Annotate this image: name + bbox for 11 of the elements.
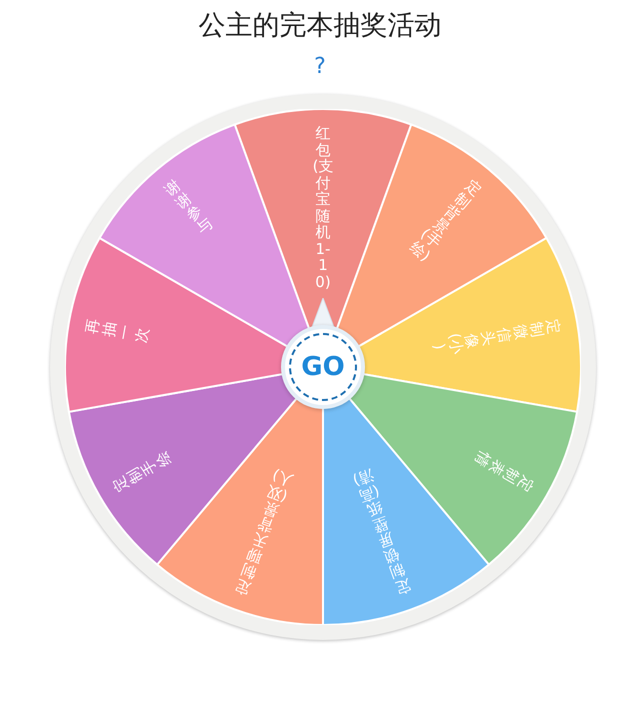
prize-label: 定制手绘 xyxy=(108,447,176,497)
prize-label: 定制锁屏壁纸(高清) xyxy=(350,466,414,598)
prize-label: 定制表情 xyxy=(470,447,538,497)
prize-label: 再抽一次 xyxy=(82,316,152,346)
prize-label: 谢谢参与 xyxy=(160,175,217,240)
prize-label: 定制聊天背景(双人) xyxy=(232,466,296,598)
prize-label: 红包(支付宝随机1-10) xyxy=(312,125,334,290)
help-link[interactable]: ? xyxy=(314,54,326,80)
prize-label: 定制背景(手绘) xyxy=(406,175,486,264)
page-title: 公主的完本抽奖活动 xyxy=(198,9,442,43)
prize-label: 定制微信头像(小) xyxy=(429,316,564,358)
